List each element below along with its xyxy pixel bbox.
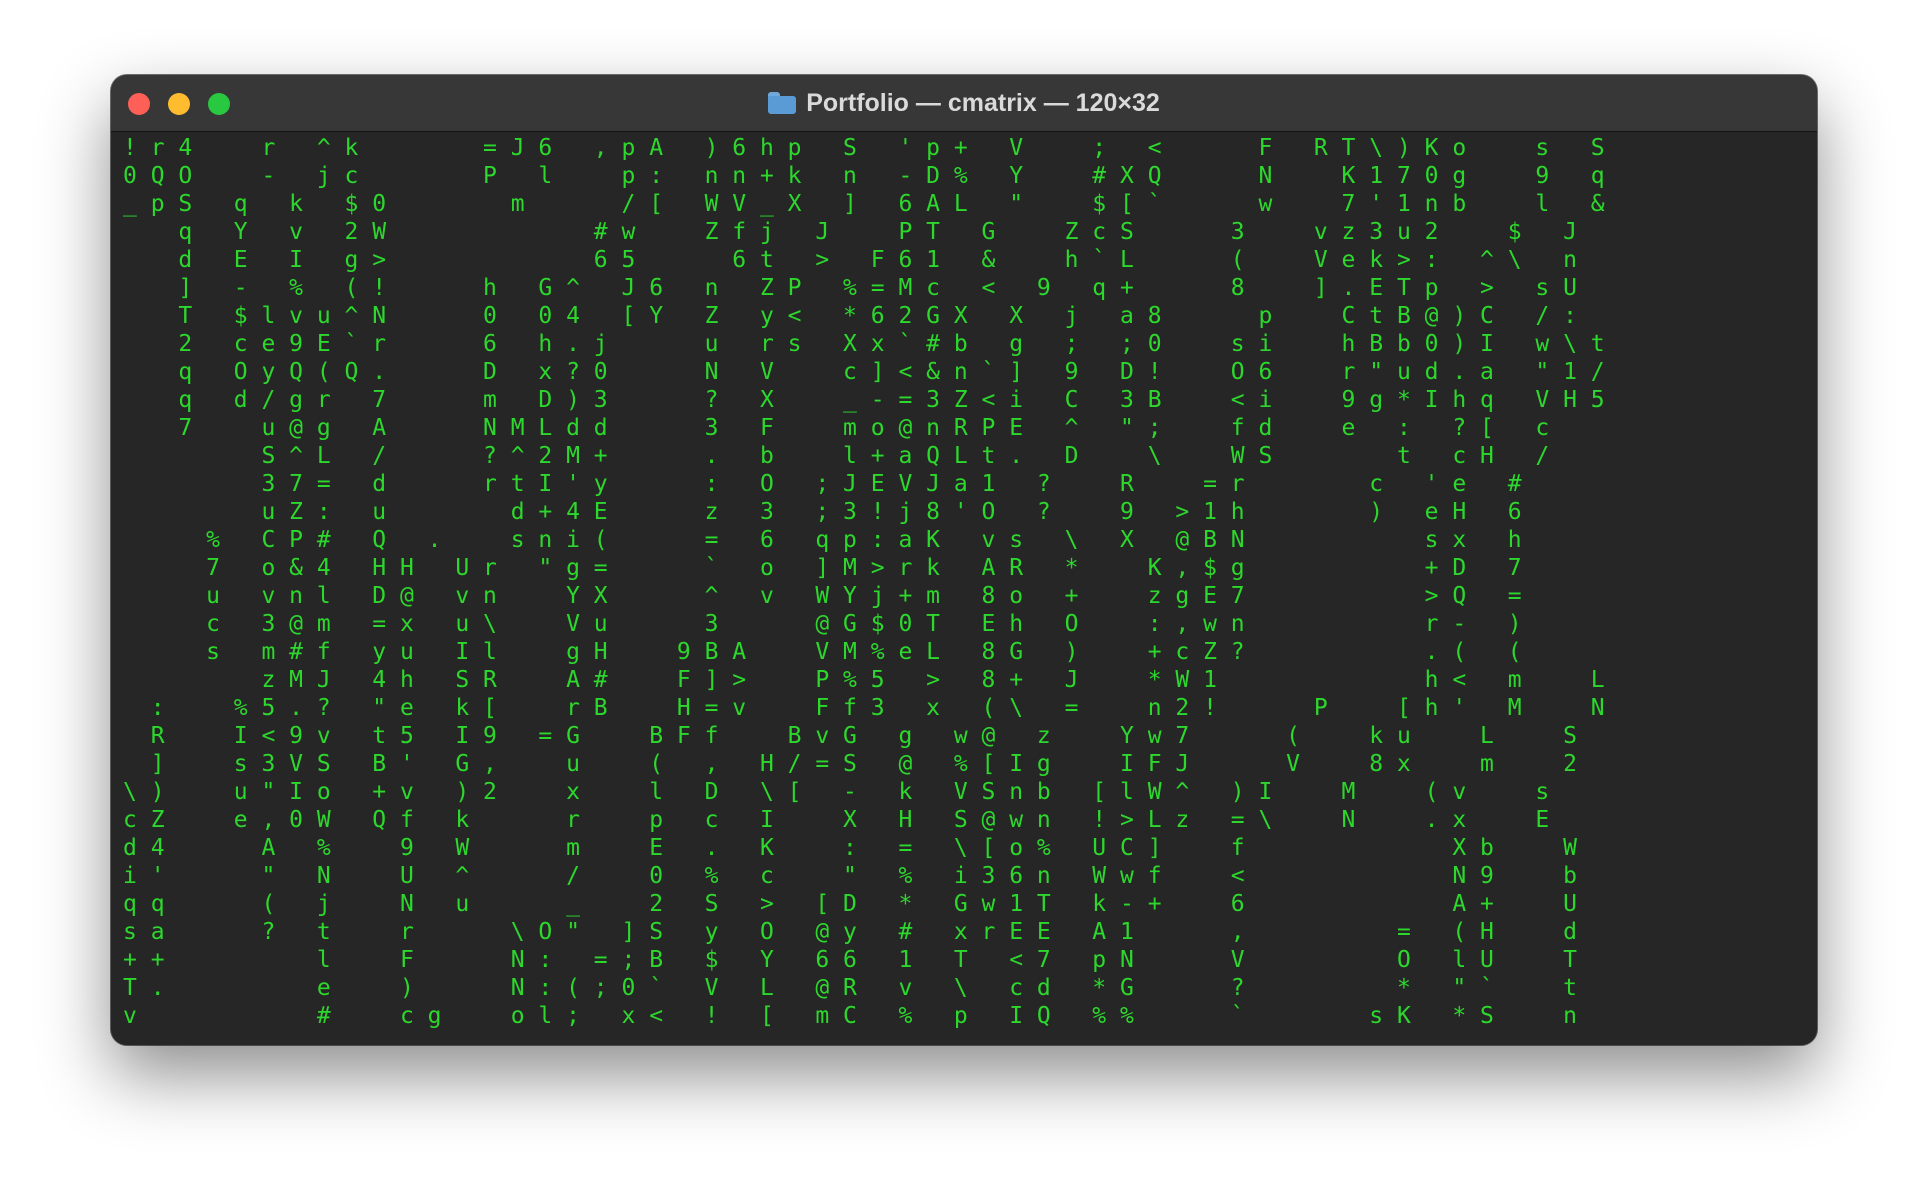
terminal-line: s a ? t r \ O " ] S y O @ y # x r E E A … [123, 919, 1577, 945]
terminal-line: d 4 A % 9 W m E . K : = \ [ o % U C ] f … [123, 835, 1577, 861]
terminal-line: + + l F N : = ; B $ Y 6 6 1 T < 7 p N V … [123, 947, 1577, 973]
terminal-line: 7 u @ g A N M L d d 3 F m o @ n R P E ^ … [123, 415, 1550, 441]
terminal-line: 2 c e 9 E ` r 6 h . j u r s X x ` # b g … [123, 331, 1605, 357]
terminal-line: 3 7 = d r t I ' y : O ; J E V J a 1 ? R … [123, 471, 1522, 497]
window-title-area: Portfolio — cmatrix — 120×32 [111, 75, 1817, 131]
terminal-line: \ ) u " I o + v ) 2 x l D \ [ - k V S n … [123, 779, 1550, 805]
terminal-line: c 3 @ m = x u \ V u 3 @ G $ 0 T E h O : … [123, 611, 1522, 637]
terminal-line: c Z e , 0 W Q f k r p c I X H S @ w n ! … [123, 807, 1550, 833]
terminal-line: ] s 3 V S B ' G , u ( , H / = S @ % [ I … [123, 751, 1577, 777]
window-title: Portfolio — cmatrix — 120×32 [806, 88, 1160, 117]
terminal-line: _ p S q k $ 0 m / [ W V _ X ] 6 A L " $ … [123, 191, 1605, 217]
terminal-line: T . e ) N : ( ; 0 ` V L @ R v \ c d * G … [123, 975, 1577, 1001]
terminal-line: : % 5 . ? " e k [ r B H = v F f 3 x ( \ … [123, 695, 1605, 721]
terminal-line: R I < 9 v t 5 I 9 = G B F f B v G g w @ … [123, 723, 1577, 749]
terminal-line: 7 o & 4 H H U r " g = ` o ] M > r k A R … [123, 555, 1522, 581]
folder-icon [768, 92, 797, 114]
terminal-line: v # c g o l ; x < ! [ m C % p I Q % % ` … [123, 1003, 1577, 1029]
terminal-line: s m # f y u I l g H 9 B A V M % e L 8 G … [123, 639, 1522, 665]
terminal-line: q d / g r 7 m D ) 3 ? X _ - = 3 Z < i C … [123, 387, 1605, 413]
terminal-output[interactable]: ! r 4 r ^ k = J 6 , p A ) 6 h p S ' p + … [111, 132, 1817, 1045]
terminal-line: T $ l v u ^ N 0 0 4 [ Y Z y < * 6 2 G X … [123, 303, 1577, 329]
terminal-line: q Y v 2 W # w Z f j J P T G Z c S 3 v z … [123, 219, 1577, 245]
terminal-line: q O y Q ( Q . D x ? 0 N V c ] < & n ` ] … [123, 359, 1605, 385]
terminal-line: ! r 4 r ^ k = J 6 , p A ) 6 h p S ' p + … [123, 135, 1605, 161]
terminal-line: d E I g > 6 5 6 t > F 6 1 & h ` L ( V e … [123, 247, 1577, 273]
terminal-line: i ' " N U ^ / 0 % c " % i 3 6 n W w f < … [123, 863, 1577, 889]
terminal-line: ] - % ( ! h G ^ J 6 n Z P % = M c < 9 q … [123, 275, 1577, 301]
terminal-line: u v n l D @ v n Y X ^ v W Y j + m 8 o + … [123, 583, 1522, 609]
terminal-line: z M J 4 h S R A # F ] > P % 5 > 8 + J * … [123, 667, 1605, 693]
terminal-line: % C P # Q . s n i ( = 6 q p : a K v s \ … [123, 527, 1522, 553]
terminal-window: Portfolio — cmatrix — 120×32 ! r 4 r ^ k… [111, 75, 1817, 1045]
terminal-line: u Z : u d + 4 E z 3 ; 3 ! j 8 ' O ? 9 > … [123, 499, 1522, 525]
title-bar[interactable]: Portfolio — cmatrix — 120×32 [111, 75, 1817, 132]
terminal-line: q q ( j N u _ 2 S > [ D * G w 1 T k - + … [123, 891, 1577, 917]
terminal-line: S ^ L / ? ^ 2 M + . b l + a Q L t . D \ … [123, 443, 1550, 469]
terminal-line: 0 Q O - j c P l p : n n + k n - D % Y # … [123, 163, 1605, 189]
